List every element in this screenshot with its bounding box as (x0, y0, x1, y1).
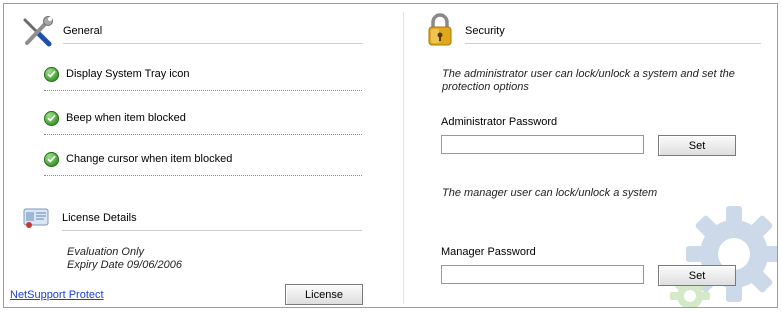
manager-password-input[interactable] (441, 265, 644, 284)
manager-password-label: Manager Password (441, 246, 536, 258)
general-header-rule (63, 43, 363, 44)
section-divider (403, 12, 404, 304)
padlock-icon (425, 12, 455, 48)
option-beep-when-blocked[interactable]: Beep when item blocked (44, 108, 186, 128)
option-label: Beep when item blocked (66, 112, 186, 124)
admin-password-label: Administrator Password (441, 116, 558, 128)
manager-set-button[interactable]: Set (658, 265, 736, 286)
license-button[interactable]: License (285, 284, 363, 305)
security-title: Security (465, 25, 505, 37)
general-title: General (63, 25, 103, 37)
option-display-tray-icon[interactable]: Display System Tray icon (44, 64, 189, 84)
option-separator (44, 175, 362, 176)
checkmark-icon (44, 110, 59, 126)
license-status: Evaluation Only (67, 246, 145, 258)
checkmark-icon (44, 66, 59, 82)
security-header-rule (465, 43, 761, 44)
license-title: License Details (62, 212, 137, 224)
admin-set-button[interactable]: Set (658, 135, 736, 156)
license-header-rule (62, 230, 362, 231)
option-label: Display System Tray icon (66, 68, 190, 80)
manager-description: The manager user can lock/unlock a syste… (442, 187, 658, 199)
settings-panel: General Display System Tray icon Beep wh… (3, 3, 778, 308)
option-label: Change cursor when item blocked (66, 153, 233, 165)
option-separator (44, 134, 362, 135)
option-change-cursor[interactable]: Change cursor when item blocked (44, 149, 232, 169)
admin-description: The administrator user can lock/unlock a… (442, 68, 735, 93)
license-card-icon (22, 205, 52, 229)
admin-password-input[interactable] (441, 135, 644, 154)
netsupport-protect-link[interactable]: NetSupport Protect (10, 289, 104, 301)
gears-icon (668, 196, 777, 307)
checkmark-icon (44, 151, 59, 167)
option-separator (44, 90, 362, 91)
license-expiry: Expiry Date 09/06/2006 (67, 259, 182, 271)
tools-icon (19, 16, 55, 48)
